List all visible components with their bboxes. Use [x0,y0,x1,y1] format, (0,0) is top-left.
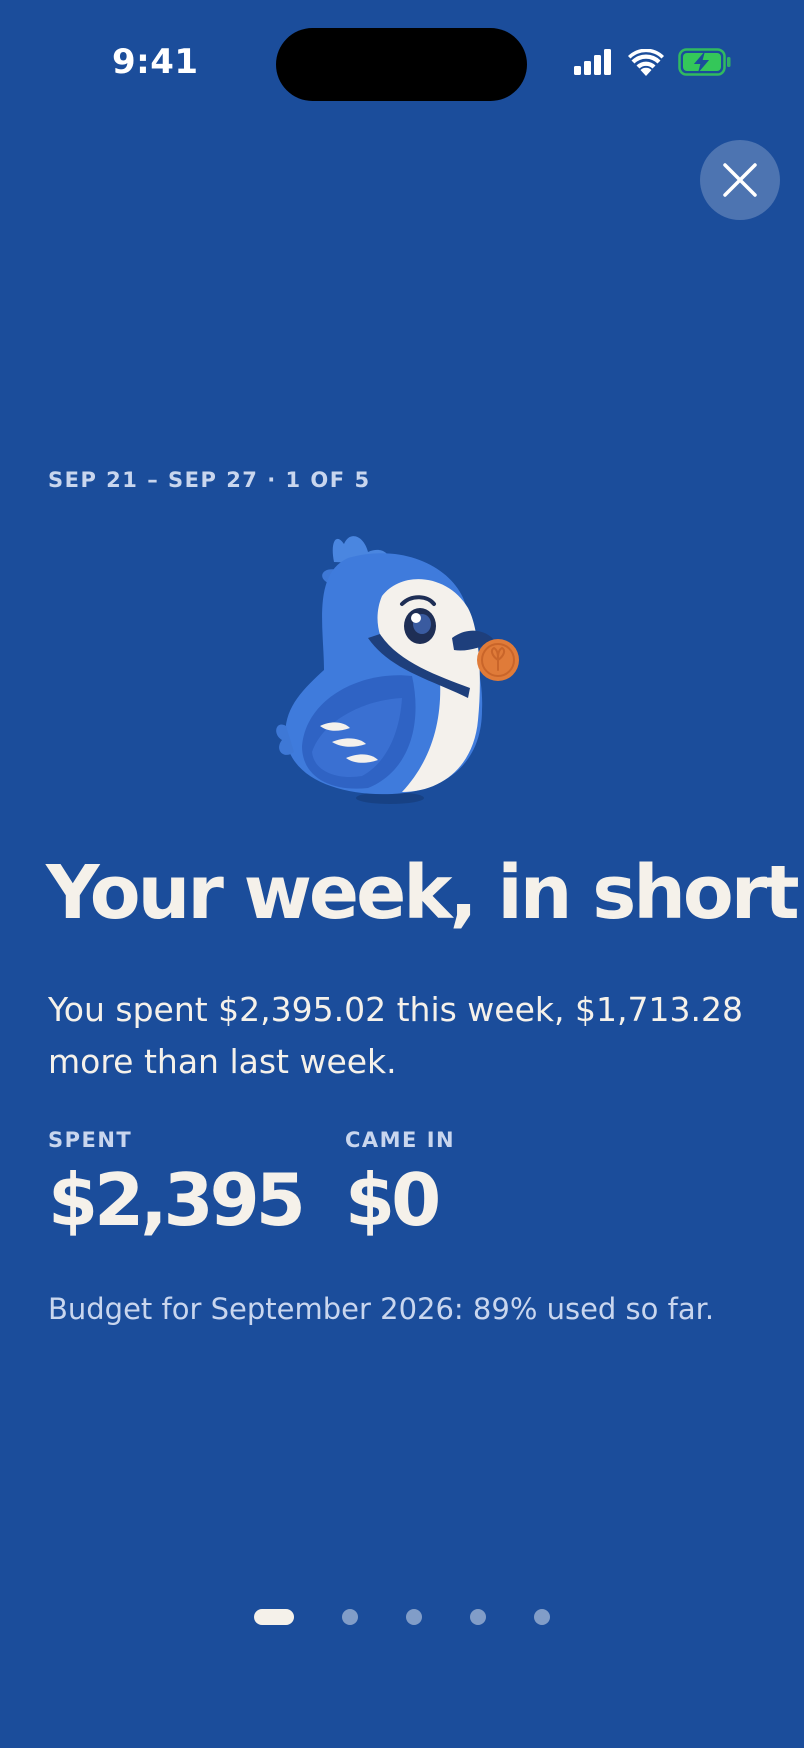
pager-dot-5[interactable] [534,1609,550,1625]
close-button[interactable] [700,140,780,220]
stat-came-in: CAME IN $0 [345,1128,455,1242]
close-icon [723,163,757,197]
pager-dot-1[interactable] [254,1609,294,1625]
blue-jay-mascot [276,536,519,804]
cellular-signal-icon [574,49,611,75]
pager-dot-2[interactable] [342,1609,358,1625]
status-time: 9:41 [112,42,199,82]
stat-value: $0 [345,1158,441,1242]
status-bar: 9:41 [0,0,804,130]
dynamic-island [276,28,527,101]
pager-dot-3[interactable] [406,1609,422,1625]
spending-summary: You spent $2,395.02 this week, $1,713.28… [48,990,743,1081]
battery-charging-icon [678,48,731,76]
stat-spent: SPENT $2,395 [48,1128,306,1242]
page-title: Your week, in short [46,850,800,936]
date-range-label: SEP 21 – SEP 27 · 1 OF 5 [48,468,371,492]
stat-label: SPENT [48,1128,133,1152]
budget-note: Budget for September 2026: 89% used so f… [48,1292,715,1326]
wifi-icon [628,48,664,76]
stat-value: $2,395 [48,1158,306,1242]
story-pager [254,1609,550,1625]
pager-dot-4[interactable] [470,1609,486,1625]
status-icons [574,48,732,76]
stat-label: CAME IN [345,1128,456,1152]
